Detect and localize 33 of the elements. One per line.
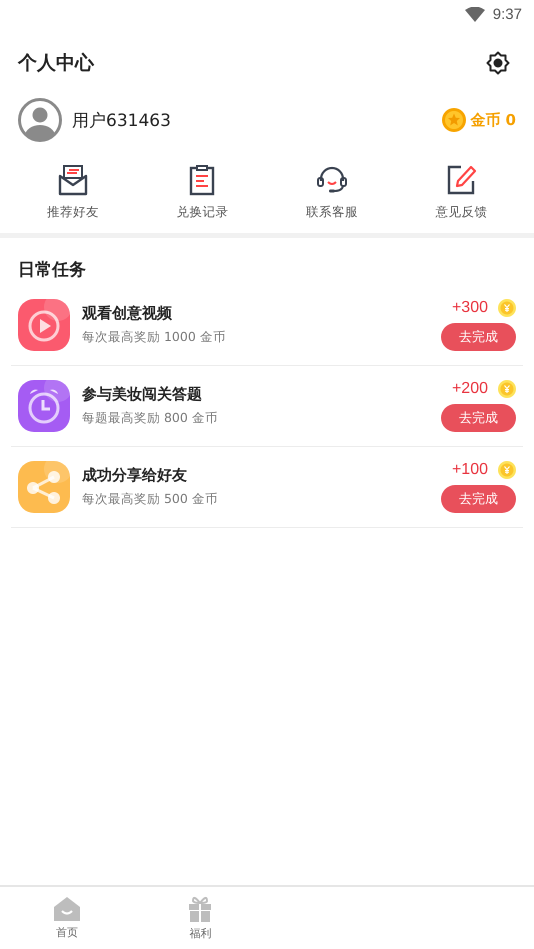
avatar-icon[interactable]	[18, 98, 62, 142]
reward-amount: +300	[452, 299, 488, 317]
task-subtitle: 每次最高奖励 500 金币	[82, 491, 219, 508]
reward-amount: +100	[452, 461, 488, 479]
coin-icon	[498, 461, 516, 479]
status-time: 9:37	[492, 6, 522, 22]
task-title: 参与美妆闯关答题	[82, 385, 203, 404]
section-title: 日常任务	[18, 259, 87, 281]
coin-icon	[498, 299, 516, 317]
task-title: 观看创意视频	[82, 304, 173, 323]
shortcut-item[interactable]: 意见反馈	[396, 164, 526, 221]
reward-amount: +200	[452, 380, 488, 398]
complete-button[interactable]: 去完成	[441, 404, 516, 432]
settings-icon[interactable]	[486, 51, 510, 75]
wifi-icon	[464, 6, 485, 22]
task-subtitle: 每题最高奖励 800 金币	[82, 410, 219, 427]
complete-button[interactable]: 去完成	[441, 485, 516, 513]
home-icon	[54, 896, 80, 920]
page-title: 个人中心	[18, 51, 94, 76]
shortcut-item[interactable]: 兑换记录	[138, 164, 267, 221]
coin-icon	[498, 380, 516, 398]
gift-icon	[189, 896, 212, 922]
shortcut-item[interactable]: 推荐好友	[8, 164, 138, 221]
coin-icon	[442, 108, 466, 132]
shortcut-item[interactable]: 联系客服	[267, 164, 396, 221]
task-subtitle: 每次最高奖励 1000 金币	[82, 329, 227, 346]
nav-tab[interactable]: 首页	[0, 887, 134, 949]
complete-button[interactable]: 去完成	[441, 323, 516, 351]
task-title: 成功分享给好友	[82, 466, 188, 485]
nav-tab[interactable]: 福利	[134, 887, 267, 949]
edit-icon	[445, 164, 478, 196]
envelope-icon	[56, 164, 89, 196]
username: 用户631463	[72, 110, 171, 132]
